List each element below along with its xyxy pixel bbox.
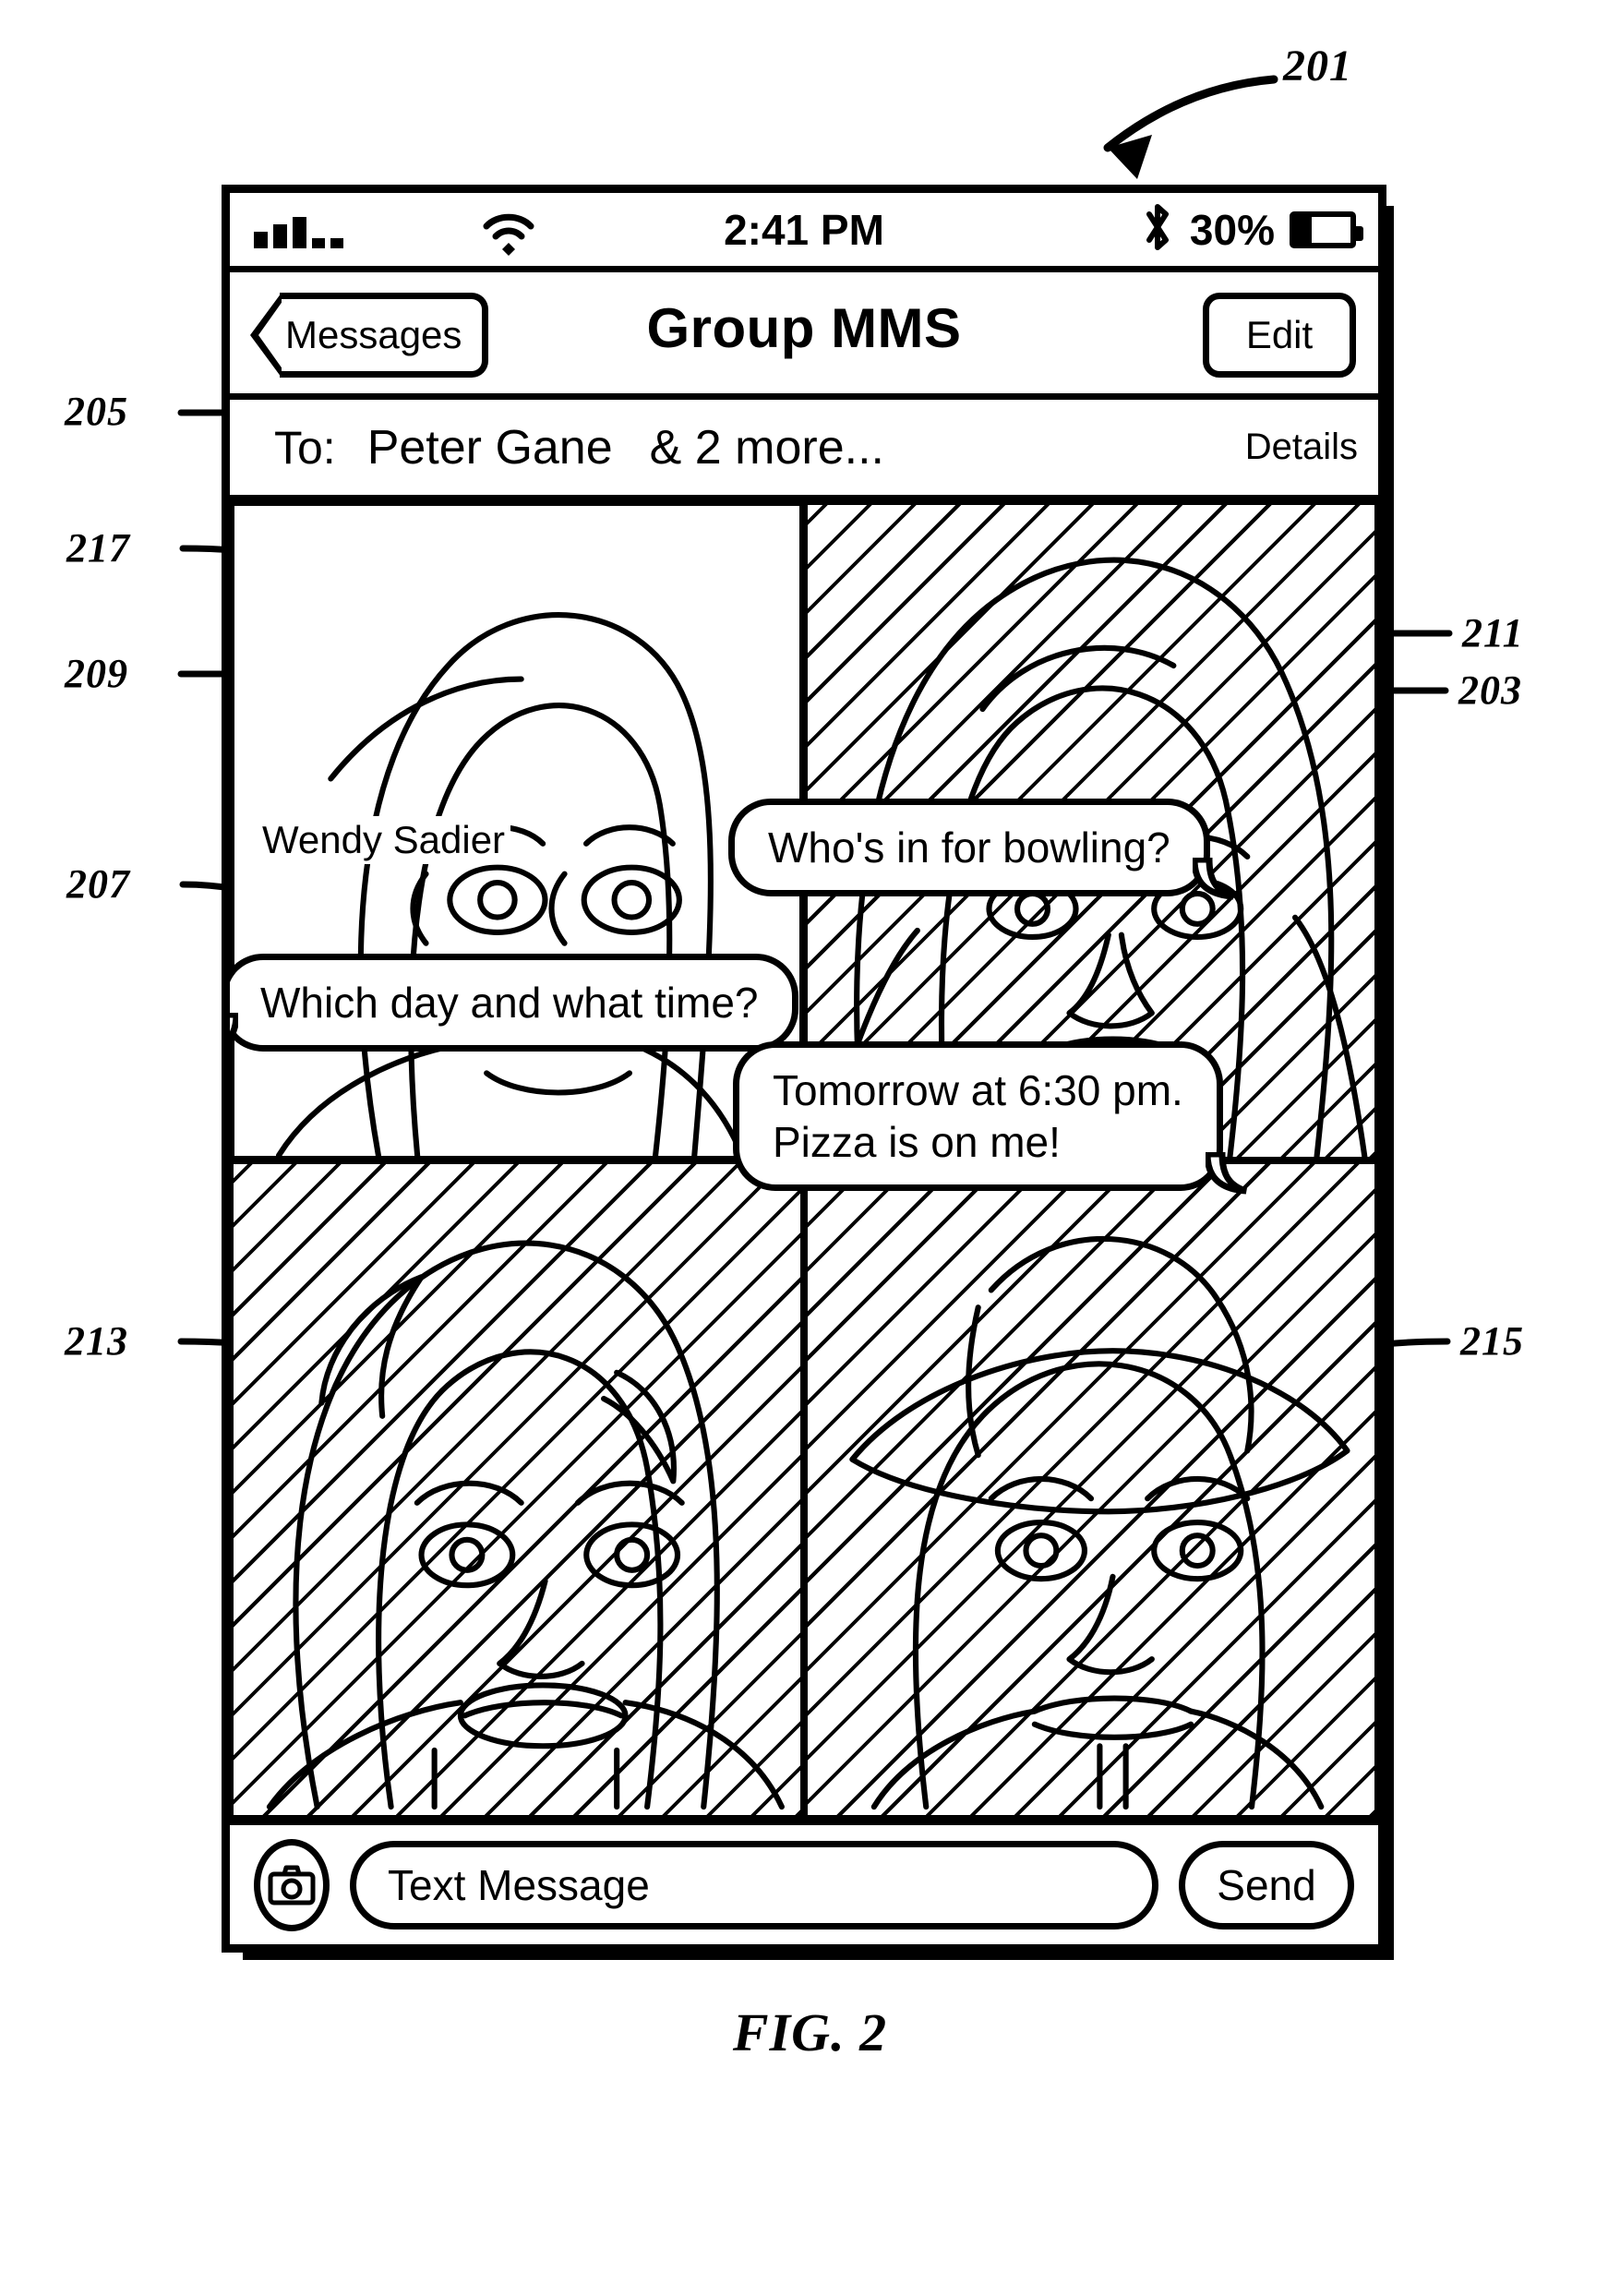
face-with-hat-icon <box>849 1235 1350 1809</box>
message-text: Who's in for bowling? <box>768 823 1170 872</box>
navigation-bar: Messages Group MMS Edit <box>230 272 1378 400</box>
patent-figure-sheet: 201 205 217 209 207 213 211 203 215 2:41… <box>0 0 1620 2296</box>
participant-name-label: Wendy Sadier <box>257 815 511 864</box>
participant-image-bottom-right[interactable] <box>804 1160 1378 1819</box>
recipient-more-count[interactable]: & 2 more... <box>650 420 884 475</box>
status-bar: 2:41 PM 30% <box>230 193 1378 272</box>
conversation-area: Wendy Sadier Who's in for bowling? Which… <box>230 501 1378 1819</box>
recipient-primary-name[interactable]: Peter Gane <box>367 420 613 475</box>
mobile-device: 2:41 PM 30% Messages Group MMS Edit To: … <box>222 185 1394 1960</box>
message-bubble-bowling[interactable]: Who's in for bowling? <box>728 799 1234 900</box>
message-input-toolbar: Text Message Send <box>230 1819 1378 1944</box>
message-text-input[interactable]: Text Message <box>350 1840 1158 1929</box>
details-button[interactable]: Details <box>1245 427 1358 468</box>
face-wavy-hair-icon <box>266 1240 785 1809</box>
ref-numeral-215: 215 <box>1460 1318 1524 1364</box>
ref-numeral-213: 213 <box>65 1318 128 1364</box>
participant-image-bottom-left[interactable] <box>230 1160 804 1819</box>
battery-fill <box>1295 216 1312 243</box>
ref-numeral-207: 207 <box>66 861 130 907</box>
battery-percent-label: 30% <box>1189 205 1275 254</box>
bluetooth-icon <box>1140 201 1175 258</box>
battery-icon <box>1290 210 1363 248</box>
ref-numeral-201: 201 <box>1283 42 1352 90</box>
message-text-line1: Tomorrow at 6:30 pm. <box>773 1066 1183 1114</box>
message-bubble-tomorrow[interactable]: Tomorrow at 6:30 pm. Pizza is on me! <box>733 1041 1248 1195</box>
status-bar-right-group: 30% <box>1140 201 1363 258</box>
recipients-bar[interactable]: To: Peter Gane & 2 more... Details <box>230 400 1378 501</box>
message-text: Which day and what time? <box>260 979 759 1027</box>
ref-numeral-209: 209 <box>65 651 128 696</box>
bubble-tail-icon <box>230 1013 238 1055</box>
to-label: To: <box>274 421 336 474</box>
edit-button[interactable]: Edit <box>1203 293 1356 378</box>
camera-button[interactable] <box>254 1838 330 1931</box>
device-arrowhead <box>1108 135 1152 179</box>
bubble-tail-icon <box>1192 858 1235 900</box>
ref-numeral-217: 217 <box>66 525 130 571</box>
send-button[interactable]: Send <box>1179 1840 1354 1929</box>
ref-numeral-205: 205 <box>65 389 128 434</box>
message-bubble-whichday[interactable]: Which day and what time? <box>230 954 798 1052</box>
participant-image-top-left[interactable]: Wendy Sadier <box>230 501 813 1170</box>
bubble-tail-icon <box>1205 1152 1248 1195</box>
camera-icon <box>268 1865 316 1905</box>
ref-numeral-211: 211 <box>1462 610 1524 655</box>
ref-numeral-203: 203 <box>1458 667 1522 713</box>
figure-caption: FIG. 2 <box>732 2002 888 2062</box>
message-text-line2: Pizza is on me! <box>773 1118 1061 1167</box>
